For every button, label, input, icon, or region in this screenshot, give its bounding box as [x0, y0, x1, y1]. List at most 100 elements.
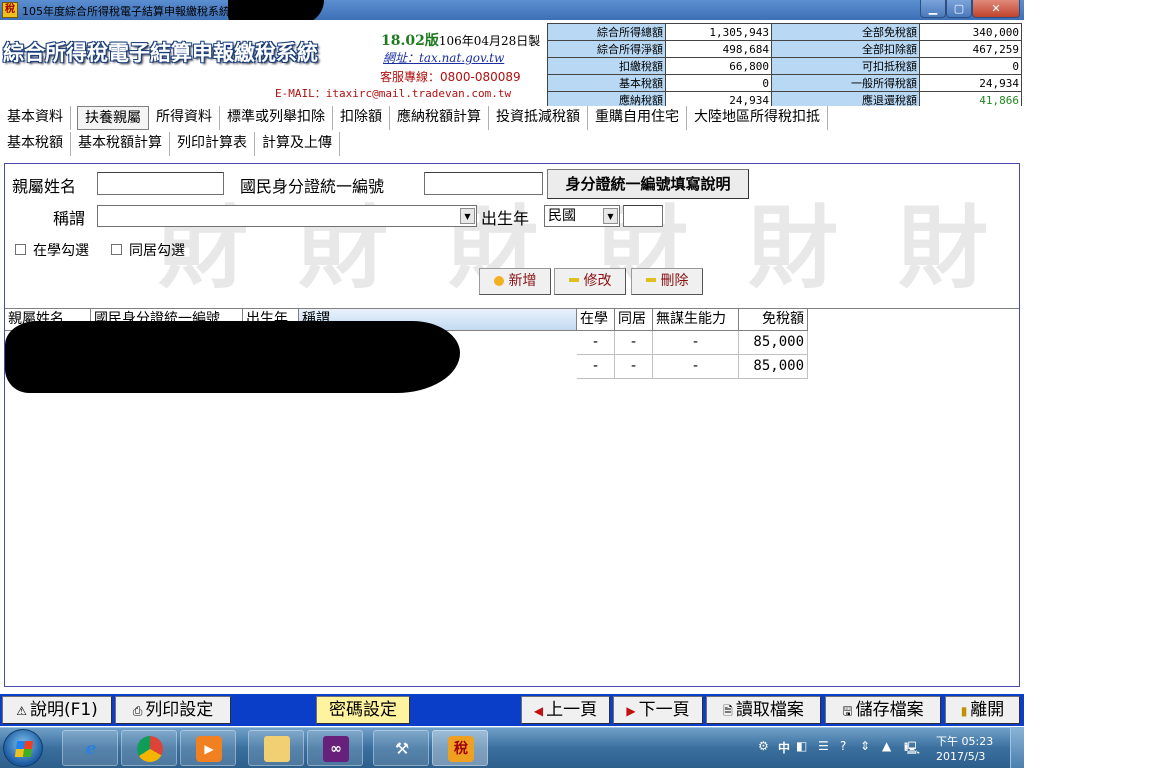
dependents-grid: 親屬姓名 國民身分證統一編號 出生年 稱謂 在學 同居 無謀生能力 免稅額 - …	[5, 308, 1019, 686]
taskbar-media-player[interactable]: ▶	[180, 730, 236, 766]
network-icon[interactable]: 🖳	[904, 739, 920, 760]
help-button[interactable]: ⚠ 說明(F1)	[2, 696, 112, 724]
menu-tab[interactable]: 所得資料	[149, 106, 220, 130]
ime-tool-icon[interactable]: ⚙	[758, 739, 769, 753]
read-file-button[interactable]: 🗎 讀取檔案	[706, 696, 821, 724]
clock-time[interactable]: 下午 05:23	[936, 733, 993, 749]
ime-mode-icon[interactable]: ◧	[796, 739, 807, 753]
relation-select[interactable]: ▼	[97, 205, 477, 227]
menu-tab[interactable]: 列印計算表	[170, 132, 255, 156]
birth-year-label: 出生年	[481, 209, 530, 228]
menu-tab[interactable]: 基本資料	[0, 106, 71, 130]
ime-help-icon[interactable]: ?	[840, 739, 846, 753]
watermark: 財	[898, 195, 988, 301]
website-link[interactable]: 網址：tax.nat.gov.tw	[383, 49, 504, 66]
version-number: 18.02版	[381, 33, 439, 49]
taskbar-ie[interactable]: e	[62, 730, 118, 766]
version-info: 18.02版106年04月28日製	[381, 30, 540, 50]
menu-tab[interactable]: 投資抵減稅額	[489, 106, 588, 130]
read-file-label: 讀取檔案	[735, 700, 804, 720]
menu-tab[interactable]: 基本稅額	[0, 132, 71, 156]
password-setup-button[interactable]: 密碼設定	[316, 696, 410, 724]
taskbar-file-explorer[interactable]	[248, 730, 304, 766]
file-open-icon: 🗎	[723, 704, 733, 718]
id-label: 國民身分證統一編號	[240, 177, 385, 196]
internet-explorer-icon: e	[85, 739, 97, 759]
folder-icon	[264, 736, 290, 762]
in-school-label: 在學勾選	[33, 243, 89, 259]
windows-taskbar: e ▶ ∞ ⚒ 稅 ⚙ 中 ◧ ☰ ? ⇕ ▲ 🖳 下午 05:23 2017/…	[0, 727, 1024, 768]
menu-tab[interactable]: 重購自用住宅	[588, 106, 687, 130]
ime-options-icon[interactable]: ⇕	[860, 739, 870, 753]
era-value: 民國	[548, 208, 576, 224]
version-date: 106年04月28日製	[438, 34, 541, 48]
summary-value: 24,934	[919, 74, 1022, 92]
system-tray: ⚙ 中 ◧ ☰ ? ⇕ ▲ 🖳 下午 05:23 2017/5/3	[752, 728, 1024, 768]
menu-tab[interactable]: 計算及上傳	[255, 132, 340, 156]
website-label: 網址：	[383, 51, 420, 65]
print-setup-button[interactable]: ⎙ 列印設定	[115, 696, 231, 724]
id-help-button[interactable]: 身分證統一編號填寫說明	[547, 169, 749, 199]
taskbar-chrome[interactable]	[121, 730, 177, 766]
name-input[interactable]	[97, 172, 224, 195]
relation-label: 稱謂	[53, 209, 86, 228]
taskbar-tools[interactable]: ⚒	[373, 730, 429, 766]
print-setup-label: 列印設定	[145, 700, 214, 720]
next-page-button[interactable]: ▶ 下一頁	[613, 696, 703, 724]
cell-exemption: 85,000	[739, 355, 808, 379]
minimize-button[interactable]: ▁	[920, 0, 946, 18]
birth-year-input[interactable]	[623, 205, 663, 227]
system-logo: 綜合所得稅電子結算申報繳稅系統	[3, 37, 318, 69]
summary-label: 扣繳稅額	[547, 57, 666, 75]
menu-tab[interactable]: 應納稅額計算	[390, 106, 489, 130]
printer-icon: ⎙	[132, 704, 143, 718]
taskbar-tax-app[interactable]: 稅	[432, 730, 488, 766]
save-file-button[interactable]: 🖫 儲存檔案	[825, 696, 941, 724]
chevron-down-icon[interactable]: ▼	[603, 208, 618, 224]
arrow-left-icon: ◀	[533, 704, 544, 718]
chevron-down-icon[interactable]: ▼	[460, 208, 475, 224]
show-desktop-button[interactable]	[1010, 727, 1024, 768]
menu-tab[interactable]: 大陸地區所得稅扣抵	[687, 106, 828, 130]
in-school-checkbox[interactable]	[15, 244, 26, 255]
tax-app-icon: 稅	[448, 736, 474, 762]
cell-exemption: 85,000	[739, 331, 808, 355]
menu-tab[interactable]: 扣除額	[333, 106, 390, 130]
cell-cohabit: -	[615, 355, 653, 379]
menu-tab[interactable]: 基本稅額計算	[71, 132, 170, 156]
menu-tab[interactable]: 標準或列舉扣除	[220, 106, 333, 130]
summary-value: 0	[665, 74, 772, 92]
function-menu: 基本資料 扶養親屬 所得資料 標準或列舉扣除 扣除額 應納稅額計算 投資抵減稅額 重購自用住宅…	[0, 106, 1024, 158]
next-page-label: 下一頁	[638, 700, 690, 720]
close-button[interactable]: ✕	[972, 0, 1020, 18]
minus-icon	[645, 278, 656, 282]
summary-label: 綜合所得總額	[547, 23, 666, 41]
door-icon: ▮	[960, 704, 968, 718]
era-select[interactable]: 民國 ▼	[544, 205, 620, 227]
id-number-input[interactable]	[424, 172, 543, 195]
cell-no-income: -	[653, 331, 739, 355]
start-button[interactable]	[3, 729, 43, 767]
prev-page-label: 上一頁	[546, 700, 598, 720]
logo-text: 綜合所得稅電子結算申報繳稅系統	[3, 40, 318, 65]
maximize-button[interactable]: ▢	[946, 0, 972, 18]
taskbar-visual-studio[interactable]: ∞	[307, 730, 363, 766]
cohabit-checkbox[interactable]	[111, 244, 122, 255]
menu-tab[interactable]: 扶養親屬	[77, 106, 149, 130]
redaction-mark	[5, 321, 460, 393]
summary-row: 綜合所得總額 1,305,943 全部免稅額 340,000	[547, 23, 1022, 41]
exit-button[interactable]: ▮ 離開	[945, 696, 1020, 724]
ime-language[interactable]: 中	[778, 739, 790, 756]
prev-page-button[interactable]: ◀ 上一頁	[521, 696, 610, 724]
ime-pad-icon[interactable]: ☰	[818, 739, 829, 753]
show-hidden-icons[interactable]: ▲	[882, 739, 891, 753]
help-icon: ⚠	[16, 704, 27, 718]
cell-cohabit: -	[615, 331, 653, 355]
cell-no-income: -	[653, 355, 739, 379]
edit-button[interactable]: 修改	[554, 268, 626, 295]
summary-value: 0	[919, 57, 1022, 75]
add-button[interactable]: 新增	[479, 268, 551, 295]
cohabit-label: 同居勾選	[129, 243, 185, 259]
clock-date[interactable]: 2017/5/3	[936, 750, 985, 763]
delete-button[interactable]: 刪除	[631, 268, 703, 295]
